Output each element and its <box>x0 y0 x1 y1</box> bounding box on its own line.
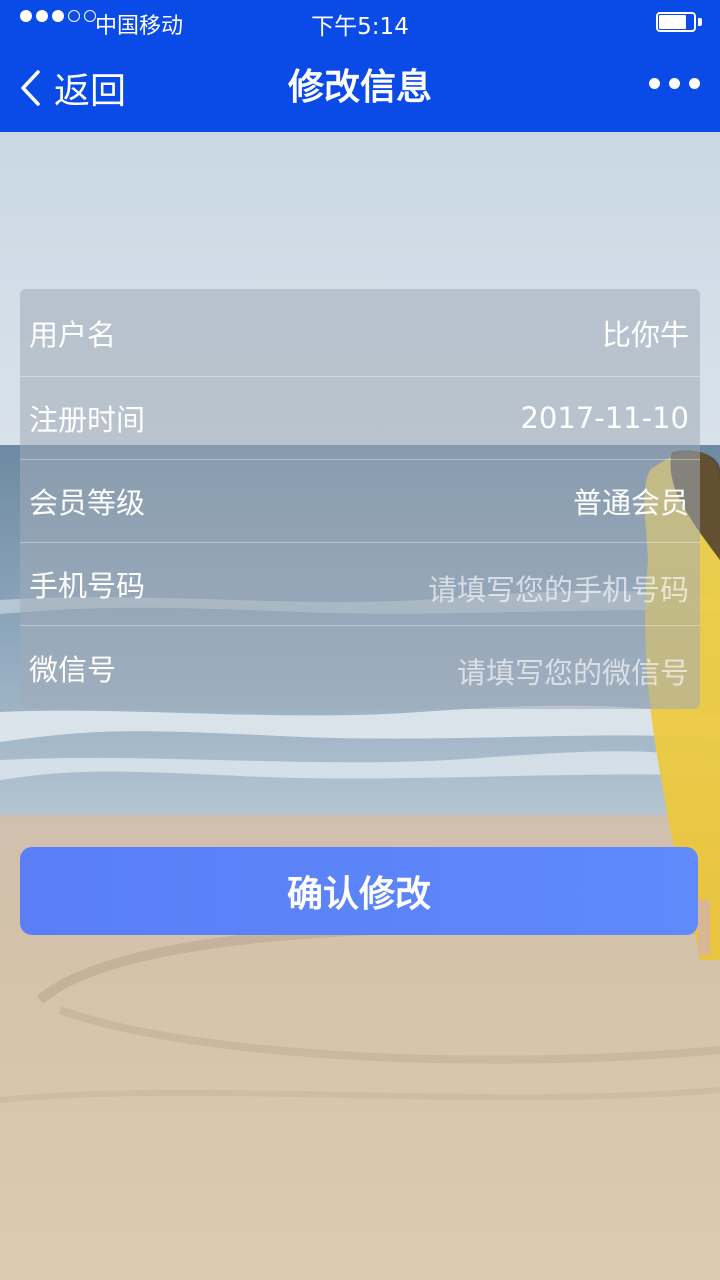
back-label: 返回 <box>54 71 127 112</box>
confirm-edit-button[interactable]: 确认修改 <box>20 847 698 935</box>
navigation-bar: 返回 修改信息 <box>0 44 720 132</box>
register-time-label: 注册时间 <box>29 403 146 437</box>
battery-icon <box>656 12 702 32</box>
form-row-phone: 手机号码 <box>20 543 700 626</box>
back-button[interactable]: 返回 <box>18 44 126 132</box>
battery-level-fill <box>659 15 686 29</box>
app-screen: 中国移动 下午5:14 返回 修改信息 用户名 比你牛 注册时间 2017-11… <box>0 0 720 1280</box>
wechat-input[interactable] <box>309 642 689 704</box>
username-label: 用户名 <box>29 317 117 352</box>
member-level-label: 会员等级 <box>29 486 146 520</box>
phone-label: 手机号码 <box>29 569 146 603</box>
form-row-username: 用户名 比你牛 <box>20 289 700 377</box>
profile-form: 用户名 比你牛 注册时间 2017-11-10 会员等级 普通会员 手机号码 微… <box>20 289 700 709</box>
register-time-value: 2017-11-10 <box>520 401 689 435</box>
more-options-icon[interactable] <box>649 78 700 89</box>
form-row-wechat: 微信号 <box>20 626 700 709</box>
status-time: 下午5:14 <box>311 14 409 40</box>
form-row-register-time: 注册时间 2017-11-10 <box>20 377 700 460</box>
status-bar: 中国移动 下午5:14 <box>0 0 720 44</box>
wechat-label: 微信号 <box>29 652 117 687</box>
phone-input[interactable] <box>309 559 689 621</box>
username-value: 比你牛 <box>601 317 689 352</box>
chevron-left-icon <box>21 70 40 106</box>
form-row-member-level: 会员等级 普通会员 <box>20 460 700 543</box>
member-level-value: 普通会员 <box>572 486 689 520</box>
